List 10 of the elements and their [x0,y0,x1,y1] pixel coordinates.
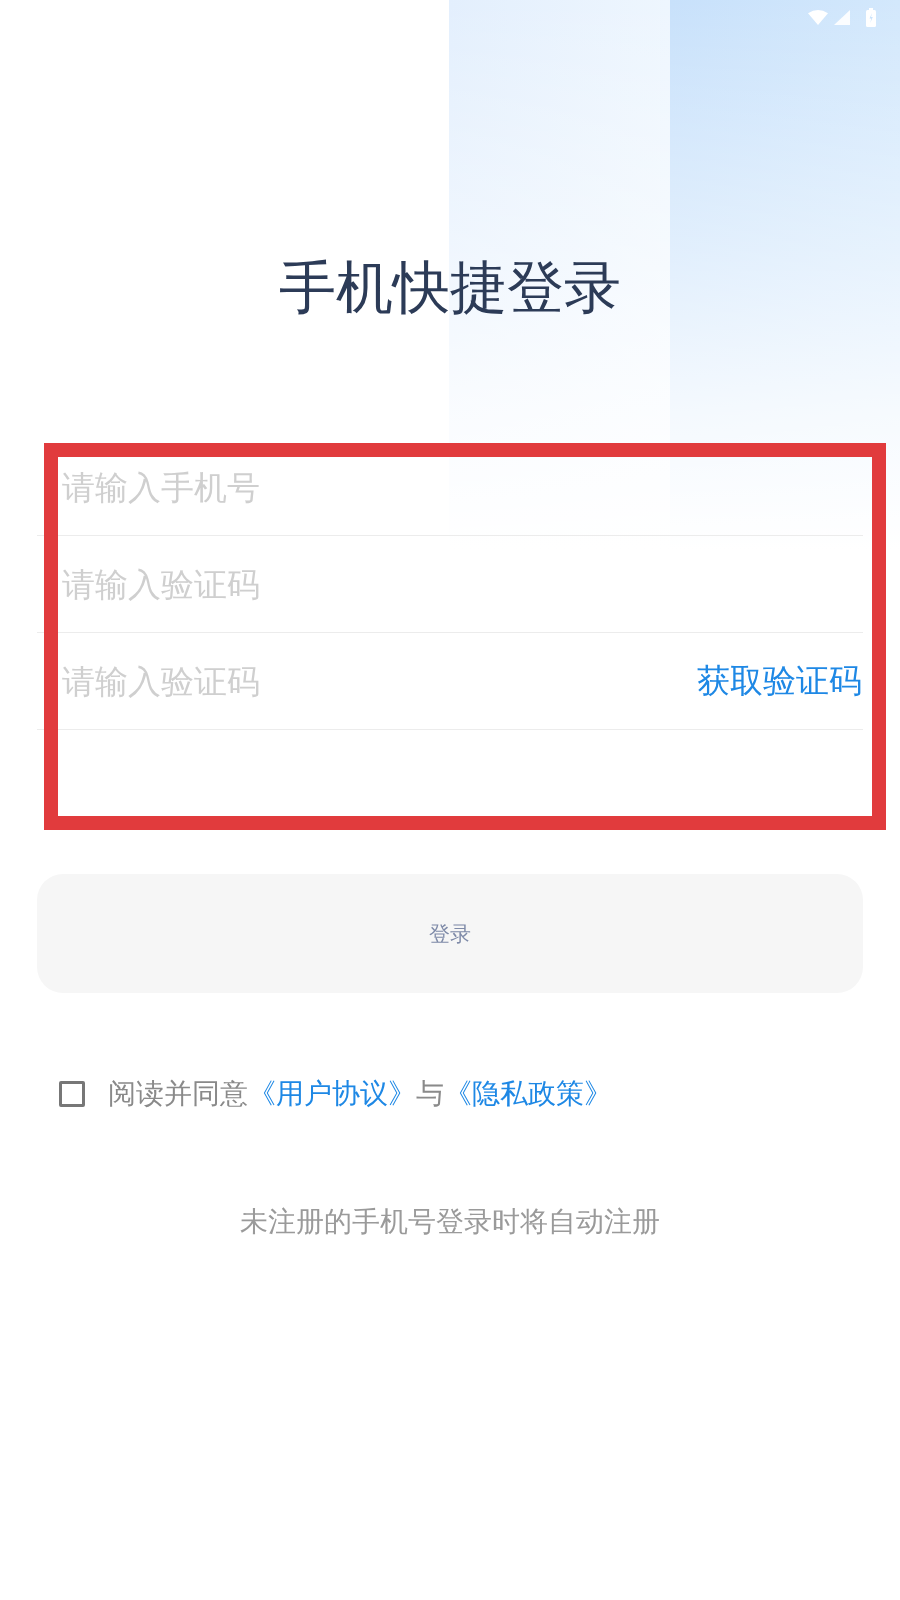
get-code-button[interactable]: 获取验证码 [697,659,862,703]
agreement-link[interactable]: 《隐私政策》 [444,1077,612,1110]
agreement-link[interactable]: 《用户协议》 [248,1077,416,1110]
signal-icon [834,9,850,25]
battery-icon [866,7,876,27]
registration-note: 未注册的手机号登录时将自动注册 [240,1204,660,1240]
checkbox[interactable] [59,1081,85,1107]
wifi-icon [808,9,828,25]
page-title: 手机快捷登录 [279,253,621,321]
agreement-text: 阅读并同意《用户协议》与《隐私政策》 [108,1076,612,1112]
